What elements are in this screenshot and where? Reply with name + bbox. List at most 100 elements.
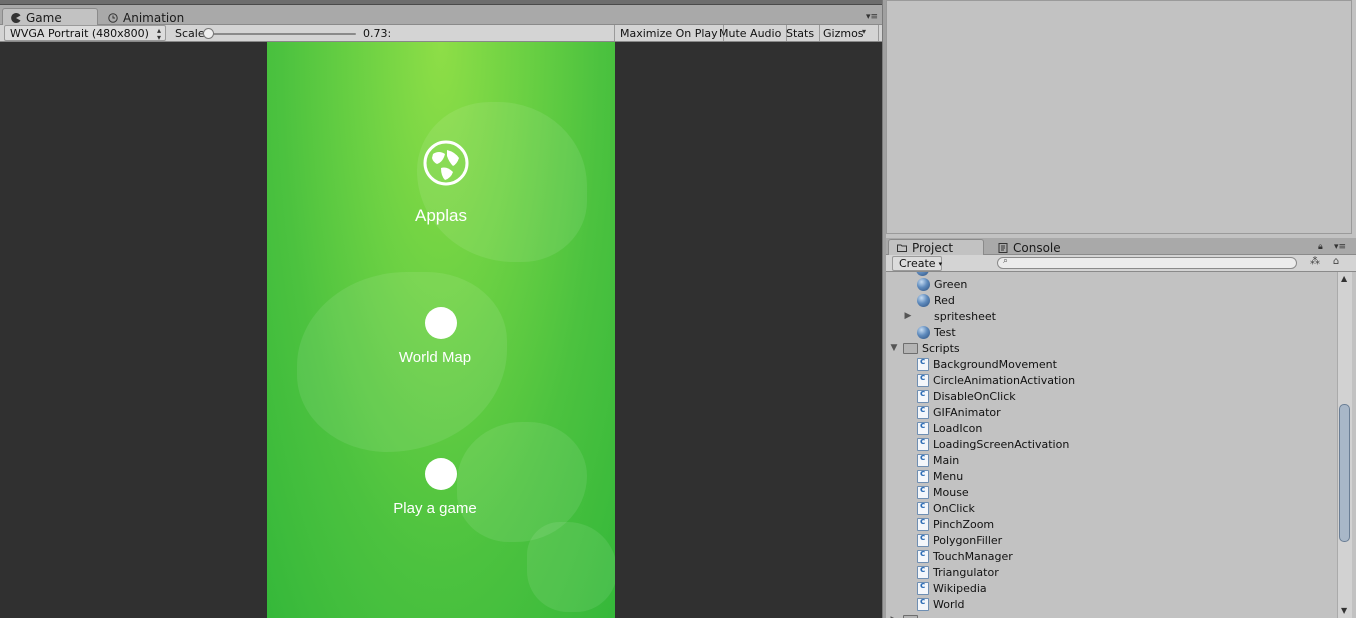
tree-item-label: spritesheet (934, 309, 996, 323)
script-icon (917, 405, 929, 419)
list-item[interactable]: CircleAnimationActivation (917, 372, 1075, 388)
project-tab-bar: Project Console 🔒︎ ▾≡ (886, 238, 1356, 255)
list-item[interactable]: GIFAnimator (917, 404, 1001, 420)
material-sphere-icon (917, 277, 930, 291)
maximize-on-play-button[interactable]: Maximize On Play (614, 25, 724, 41)
tree-item-label: Red (934, 293, 955, 307)
create-button[interactable]: Create ▾ (892, 256, 942, 271)
tree-item-label: LoadingScreenActivation (933, 437, 1070, 451)
tree-item-label: Test (934, 325, 956, 339)
filter-by-type-icon[interactable]: ⁂ (1306, 256, 1324, 271)
script-icon (917, 453, 929, 467)
world-map-button[interactable] (425, 307, 457, 339)
list-item[interactable]: PinchZoom (917, 516, 994, 532)
tree-item-label: TouchManager (933, 549, 1013, 563)
project-toolbar: Create ▾ ⌕ ⁂ ⌂ (886, 255, 1356, 272)
tree-item-label: Triangulator (933, 565, 999, 579)
gizmos-dropdown-icon[interactable]: ▾ (862, 27, 866, 36)
pacman-icon (11, 13, 21, 23)
list-item[interactable]: Test (917, 324, 956, 340)
script-icon (917, 389, 929, 403)
world-map-label[interactable]: World Map (267, 349, 609, 366)
aspect-value: WVGA Portrait (480x800) (10, 26, 149, 40)
list-item[interactable]: Wikipedia (917, 580, 987, 596)
game-viewport: Applas World Map Play a game (0, 42, 882, 618)
scrollbar-thumb[interactable] (1339, 404, 1350, 542)
mute-audio-button[interactable]: Mute Audio (714, 25, 788, 41)
tree-item-label: OnClick (933, 501, 975, 515)
list-item[interactable]: ▼ Scripts (889, 340, 960, 356)
tree-item-label: Main (933, 453, 960, 467)
filter-by-label-icon[interactable]: ⌂ (1327, 256, 1345, 271)
list-item[interactable]: LoadingScreenActivation (917, 436, 1069, 452)
list-item[interactable]: World (917, 596, 965, 612)
dropdown-arrows-icon: ▴ ▾ (156, 26, 161, 42)
scale-slider-thumb[interactable] (203, 28, 214, 39)
list-item[interactable]: Menu (917, 468, 963, 484)
console-icon (998, 242, 1008, 253)
play-game-button[interactable] (425, 458, 457, 490)
gizmos-button[interactable]: Gizmos (818, 25, 879, 41)
material-sphere-icon (917, 293, 930, 307)
tree-item-label: BackgroundMovement (933, 357, 1057, 371)
clock-icon (108, 12, 118, 23)
collapse-arrow-icon[interactable]: ▼ (889, 343, 899, 353)
script-icon (917, 517, 929, 531)
tab-animation[interactable]: Animation (100, 8, 200, 26)
play-game-label[interactable]: Play a game (267, 500, 609, 517)
aspect-dropdown[interactable]: WVGA Portrait (480x800) ▴ ▾ (4, 25, 166, 42)
material-sphere-icon (917, 325, 930, 339)
expand-arrow-icon[interactable]: ▶ (903, 311, 913, 321)
list-item[interactable]: LoadIcon (917, 420, 982, 436)
game-panel: Game Animation ▾≡ WVGA Portrait (480x800… (0, 0, 882, 618)
list-item[interactable]: Red (917, 292, 955, 308)
tree-item-label: Scripts (922, 341, 960, 355)
scroll-down-icon[interactable]: ▼ (1341, 606, 1347, 615)
list-item[interactable]: Triangulator (917, 564, 999, 580)
list-item[interactable]: DisableOnClick (917, 388, 1016, 404)
scale-value: 0.73: (363, 26, 392, 40)
scroll-up-icon[interactable]: ▲ (1341, 274, 1347, 283)
panel-menu-icon[interactable]: ▾≡ (1334, 242, 1346, 252)
tree-item-label: PolygonFiller (933, 533, 1003, 547)
lock-icon[interactable]: 🔒︎ (1318, 242, 1323, 252)
script-icon (917, 565, 929, 579)
tab-console-label: Console (1013, 240, 1061, 255)
script-icon (917, 373, 929, 387)
script-icon (917, 357, 929, 371)
list-item[interactable]: Mouse (917, 484, 969, 500)
tree-item-label: DisableOnClick (933, 389, 1016, 403)
tab-console[interactable]: Console (990, 239, 1080, 255)
list-item[interactable]: TouchManager (917, 548, 1013, 564)
inspector-panel (886, 0, 1352, 234)
stats-button[interactable]: Stats (781, 25, 821, 41)
tab-game-label: Game (26, 11, 62, 25)
project-tree: Green Red ▶ spritesheet Test ▼ Scripts Bac… (886, 272, 1336, 618)
tree-item-label: Menu (933, 469, 964, 483)
script-icon (917, 549, 929, 563)
search-icon: ⌕ (1003, 256, 1009, 266)
game-screen: Applas World Map Play a game (267, 42, 615, 618)
list-item[interactable]: BackgroundMovement (917, 356, 1057, 372)
list-item[interactable]: OnClick (917, 500, 975, 516)
tab-project[interactable]: Project (888, 239, 984, 255)
tree-item-label: CircleAnimationActivation (933, 373, 1076, 387)
script-icon (917, 581, 929, 595)
list-item[interactable]: PolygonFiller (917, 532, 1002, 548)
create-label: Create (899, 257, 936, 270)
list-item[interactable]: ▶ spritesheet (903, 308, 996, 324)
folder-icon (897, 244, 907, 252)
tree-item-label: PinchZoom (933, 517, 995, 531)
map-continent-shape (527, 522, 615, 612)
list-item[interactable]: ▶ (889, 612, 922, 618)
project-search-input[interactable]: ⌕ (997, 256, 1297, 269)
list-item[interactable]: Green (917, 276, 967, 292)
script-icon (917, 501, 929, 515)
script-icon (917, 597, 929, 611)
scale-slider-track[interactable] (208, 33, 356, 35)
script-icon (917, 533, 929, 547)
list-item[interactable]: Main (917, 452, 959, 468)
tab-game[interactable]: Game (2, 8, 98, 26)
panel-menu-icon[interactable]: ▾≡ (866, 12, 878, 22)
chevron-down-icon: ▾ (938, 259, 943, 268)
